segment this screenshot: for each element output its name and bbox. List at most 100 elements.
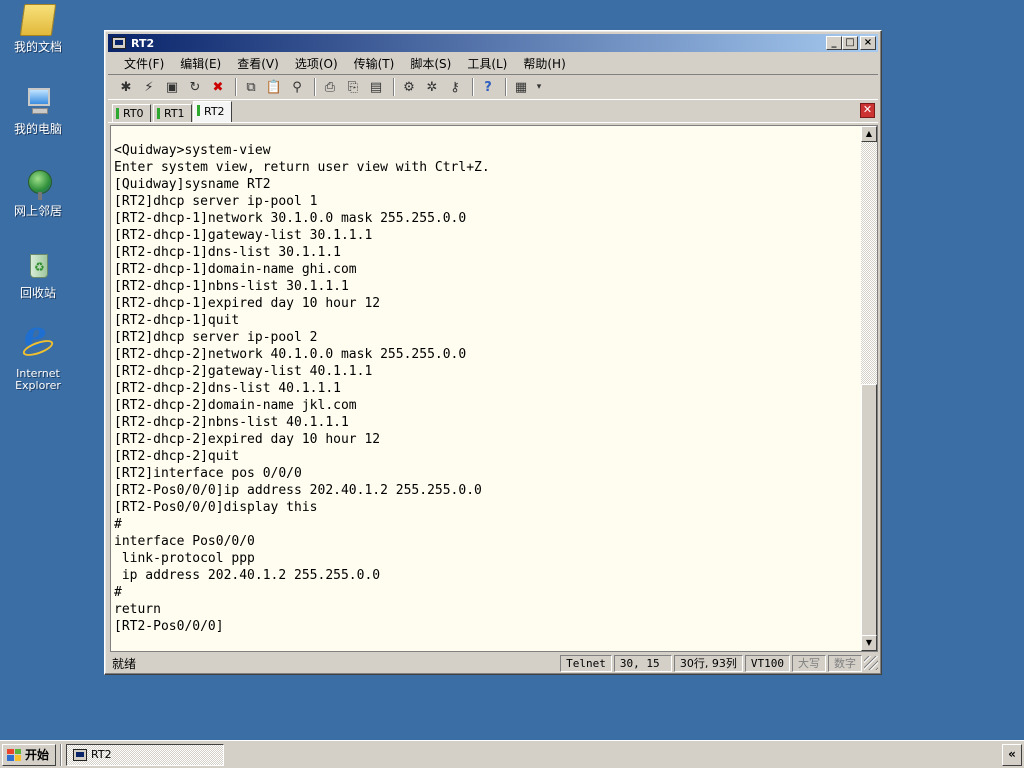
close-button[interactable]: × <box>860 36 876 50</box>
terminal-line: interface Pos0/0/0 <box>114 534 255 549</box>
status-num-lock: 数字 <box>828 654 862 672</box>
terminal-line: [RT2-dhcp-1]nbns-list 30.1.1.1 <box>114 279 349 294</box>
terminal-line: [RT2-Pos0/0/0]display this <box>114 500 318 515</box>
taskbar: 开始 RT2 « <box>0 740 1024 768</box>
keymap-icon[interactable]: ▦ <box>511 77 531 97</box>
window-app-icon[interactable] <box>112 37 126 49</box>
status-caps-lock: 大写 <box>792 654 826 672</box>
taskbar-item-label: RT2 <box>91 748 112 761</box>
taskbar-item-rt2[interactable]: RT2 <box>66 743 225 766</box>
menu-options[interactable]: 选项(O) <box>287 55 346 72</box>
terminal-window: RT2 _ □ × 文件(F) 编辑(E) 查看(V) 选项(O) 传输(T) … <box>104 30 882 675</box>
resize-grip[interactable] <box>864 656 878 670</box>
menu-view[interactable]: 查看(V) <box>229 55 287 72</box>
terminal-line: [RT2]interface pos 0/0/0 <box>114 466 302 481</box>
desktop-icon-my-documents[interactable]: 我的文档 <box>8 4 68 54</box>
connect-icon[interactable]: ✱ <box>116 77 136 97</box>
toolbar-separator <box>235 78 237 96</box>
recycle-bin-icon: ♻ <box>22 250 54 282</box>
status-size: 30行, 93列 <box>673 654 743 672</box>
session-options-icon[interactable]: ⚙ <box>399 77 419 97</box>
status-emulation: VT100 <box>744 654 790 672</box>
toolbar-separator <box>472 78 474 96</box>
terminal-line: Enter system view, return user view with… <box>114 160 490 175</box>
desktop-icon-my-computer[interactable]: 我的电脑 <box>8 86 68 136</box>
terminal-line: [RT2-Pos0/0/0] <box>114 619 224 634</box>
paste-icon[interactable]: 📋 <box>264 77 284 97</box>
reconnect-icon[interactable]: ↻ <box>185 77 205 97</box>
menu-script[interactable]: 脚本(S) <box>402 55 459 72</box>
print-selection-icon[interactable]: ⎘ <box>343 77 363 97</box>
terminal-output[interactable]: <Quidway>system-view Enter system view, r… <box>110 125 861 652</box>
my-computer-icon <box>22 86 54 118</box>
status-ready: 就绪 <box>112 656 137 671</box>
terminal-line: [RT2]dhcp server ip-pool 2 <box>114 330 318 345</box>
terminal-line: [RT2-Pos0/0/0]ip address 202.40.1.2 255.… <box>114 483 482 498</box>
find-icon[interactable]: ⚲ <box>287 77 307 97</box>
terminal-line: # <box>114 585 122 600</box>
desktop-icon-label: 回收站 <box>19 286 56 300</box>
my-documents-icon <box>19 4 57 36</box>
tab-rt0[interactable]: RT0 <box>112 104 151 122</box>
connect-tab-icon[interactable]: ▣ <box>162 77 182 97</box>
quick-connect-icon[interactable]: ⚡ <box>139 77 159 97</box>
tab-rt1[interactable]: RT1 <box>153 104 192 122</box>
terminal-line: [RT2-dhcp-2]nbns-list 40.1.1.1 <box>114 415 349 430</box>
window-title: RT2 <box>131 36 155 50</box>
maximize-button[interactable]: □ <box>842 36 858 50</box>
menu-edit[interactable]: 编辑(E) <box>172 55 229 72</box>
terminal-line: [RT2-dhcp-2]expired day 10 hour 12 <box>114 432 381 447</box>
vertical-scrollbar[interactable]: ▲ ▼ <box>861 125 878 652</box>
copy-icon[interactable]: ⧉ <box>241 77 261 97</box>
minimize-button[interactable]: _ <box>826 36 842 50</box>
network-places-icon <box>22 168 54 200</box>
desktop-icon-internet-explorer[interactable]: e Internet Explorer <box>8 317 68 392</box>
terminal-line: <Quidway>system-view <box>114 143 271 158</box>
menu-tools[interactable]: 工具(L) <box>459 55 515 72</box>
terminal-line: [RT2-dhcp-1]dns-list 30.1.1.1 <box>114 245 341 260</box>
toolbar-overflow-icon[interactable]: ▾ <box>534 77 544 97</box>
terminal-line: [RT2-dhcp-1]network 30.1.0.0 mask 255.25… <box>114 211 467 226</box>
desktop-icon-network-places[interactable]: 网上邻居 <box>8 168 68 218</box>
menu-bar: 文件(F) 编辑(E) 查看(V) 选项(O) 传输(T) 脚本(S) 工具(L… <box>108 53 878 73</box>
status-cursor: 30, 15 <box>613 654 672 672</box>
terminal-line: [Quidway]sysname RT2 <box>114 177 271 192</box>
tab-rt2[interactable]: RT2 <box>193 101 232 122</box>
window-controls: _ □ × <box>826 36 876 50</box>
toolbar-separator <box>505 78 507 96</box>
menu-file[interactable]: 文件(F) <box>116 55 172 72</box>
help-icon[interactable]: ? <box>478 77 498 97</box>
taskbar-app-icon <box>73 748 88 761</box>
menu-transfer[interactable]: 传输(T) <box>346 55 403 72</box>
start-button[interactable]: 开始 <box>2 743 57 766</box>
scroll-thumb[interactable] <box>861 384 877 636</box>
desktop-icon-label: 我的文档 <box>13 40 62 54</box>
close-tab-icon[interactable]: ✕ <box>860 103 875 118</box>
global-options-icon[interactable]: ✲ <box>422 77 442 97</box>
terminal-line: link-protocol ppp <box>114 551 255 566</box>
disconnect-icon[interactable]: ✖ <box>208 77 228 97</box>
scroll-down-button[interactable]: ▼ <box>861 635 877 651</box>
internet-explorer-icon: e <box>20 317 56 364</box>
title-bar[interactable]: RT2 _ □ × <box>108 34 878 52</box>
desktop-icon-recycle-bin[interactable]: ♻ 回收站 <box>8 250 68 300</box>
desktop-icon-label: Internet Explorer <box>15 367 61 392</box>
key-icon[interactable]: ⚷ <box>445 77 465 97</box>
toolbar: ✱ ⚡ ▣ ↻ ✖ ⧉ 📋 ⚲ ⎙ ⎘ ▤ ⚙ ✲ ⚷ ? ▦ ▾ <box>108 74 878 100</box>
terminal-line: [RT2-dhcp-2]gateway-list 40.1.1.1 <box>114 364 373 379</box>
menu-help[interactable]: 帮助(H) <box>515 55 573 72</box>
desktop-icon-label: 网上邻居 <box>13 204 62 218</box>
tray-expand-button[interactable]: « <box>1002 744 1022 766</box>
print-setup-icon[interactable]: ▤ <box>366 77 386 97</box>
toolbar-separator <box>393 78 395 96</box>
session-tab-bar: RT0 RT1 RT2 ✕ <box>108 101 878 123</box>
terminal-text: <Quidway>system-view Enter system view, r… <box>111 126 861 635</box>
start-label: 开始 <box>25 748 50 762</box>
terminal-line: [RT2-dhcp-2]dns-list 40.1.1.1 <box>114 381 341 396</box>
windows-logo-icon <box>7 748 21 761</box>
toolbar-separator <box>314 78 316 96</box>
desktop-icon-label: 我的电脑 <box>13 122 62 136</box>
print-icon[interactable]: ⎙ <box>320 77 340 97</box>
scroll-up-button[interactable]: ▲ <box>861 126 877 142</box>
terminal-line: [RT2-dhcp-2]quit <box>114 449 240 464</box>
